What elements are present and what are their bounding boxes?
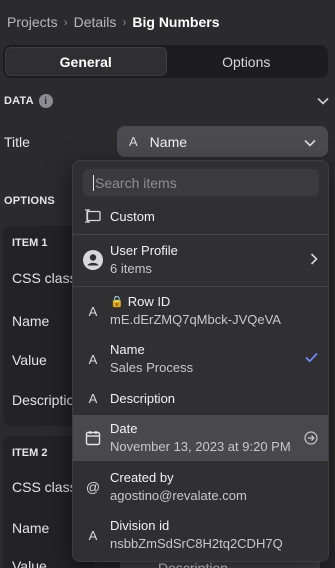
item-card-title: ITEM 1 xyxy=(12,237,48,249)
css-class-label: CSS class xyxy=(12,270,77,286)
checkmark-icon xyxy=(305,351,318,366)
name-label: Name xyxy=(12,520,50,536)
divider xyxy=(73,286,328,287)
info-icon[interactable]: i xyxy=(38,94,53,108)
title-select[interactable]: A Name xyxy=(117,126,328,157)
item-card-title: ITEM 2 xyxy=(12,447,48,459)
calendar-icon xyxy=(83,430,103,446)
text-caret xyxy=(93,174,94,191)
option-custom[interactable]: Custom xyxy=(73,207,328,229)
option-label: Created by xyxy=(110,470,174,485)
text-type-icon: A xyxy=(88,391,98,406)
value-label: Value xyxy=(12,352,47,368)
chevron-right-icon xyxy=(310,253,318,268)
tab-general[interactable]: General xyxy=(5,47,167,76)
breadcrumb: Projects › Details › Big Numbers xyxy=(7,14,220,30)
option-label: Division id xyxy=(110,518,170,533)
option-date[interactable]: Date November 13, 2023 at 9:20 PM xyxy=(73,415,328,461)
option-label: Date xyxy=(110,421,138,436)
text-type-icon: A xyxy=(88,352,98,367)
value-label: Value xyxy=(12,558,47,568)
divider xyxy=(73,234,328,235)
text-type-icon: A xyxy=(129,134,138,149)
option-label: User Profile xyxy=(110,243,178,258)
breadcrumb-details[interactable]: Details xyxy=(74,14,117,30)
option-created-by[interactable]: @ Created by agostino@revalate.com xyxy=(73,467,328,509)
data-heading-label: DATA xyxy=(4,95,34,107)
tab-switcher: General Options xyxy=(3,45,328,78)
title-select-value: Name xyxy=(149,133,188,150)
option-label: Row ID xyxy=(127,294,171,309)
text-type-icon: A xyxy=(88,528,98,543)
breadcrumb-separator-icon: › xyxy=(122,15,127,29)
option-name[interactable]: A Name Sales Process xyxy=(73,339,328,381)
option-sublabel: November 13, 2023 at 9:20 PM xyxy=(110,439,291,454)
text-type-icon: A xyxy=(88,304,98,319)
breadcrumb-current: Big Numbers xyxy=(132,14,220,30)
search-box[interactable] xyxy=(83,169,319,196)
lock-icon: 🔒 xyxy=(110,296,124,308)
breadcrumb-projects[interactable]: Projects xyxy=(7,14,58,30)
css-class-label: CSS class xyxy=(12,479,77,495)
option-sublabel: Sales Process xyxy=(110,360,194,375)
search-input[interactable] xyxy=(95,174,295,191)
arrow-enter-icon xyxy=(304,431,318,448)
options-heading-label: OPTIONS xyxy=(4,195,55,207)
title-field-label: Title xyxy=(4,134,30,150)
field-picker-dropdown: Custom User Profile 6 items A 🔒Row ID mE… xyxy=(72,160,329,562)
custom-field-icon xyxy=(83,209,103,223)
option-sublabel: nsbbZmSdSrC8H2tq2CDH7Q xyxy=(110,536,283,551)
option-sublabel: agostino@revalate.com xyxy=(110,488,247,503)
option-user-profile[interactable]: User Profile 6 items xyxy=(73,239,328,281)
option-sublabel: 6 items xyxy=(110,261,152,276)
option-row-id[interactable]: A 🔒 Row ID mE.dErZMQ7qMbck-JVQeVA xyxy=(73,291,328,333)
chevron-down-icon xyxy=(304,134,316,150)
options-section-heading: OPTIONS xyxy=(4,195,55,207)
user-avatar-icon xyxy=(83,250,103,270)
option-sublabel: mE.dErZMQ7qMbck-JVQeVA xyxy=(110,312,281,327)
at-sign-icon: @ xyxy=(85,479,101,495)
collapse-chevron-icon[interactable] xyxy=(317,93,329,108)
option-label: Description xyxy=(110,391,176,406)
option-label: Name xyxy=(110,342,145,357)
data-section-heading: DATA i xyxy=(4,94,53,108)
option-label: Custom xyxy=(110,209,155,224)
tab-options[interactable]: Options xyxy=(167,47,327,76)
breadcrumb-separator-icon: › xyxy=(63,15,68,29)
option-division-id[interactable]: A Division id nsbbZmSdSrC8H2tq2CDH7Q xyxy=(73,515,328,557)
name-label: Name xyxy=(12,313,50,329)
option-description[interactable]: A Description xyxy=(73,389,328,411)
